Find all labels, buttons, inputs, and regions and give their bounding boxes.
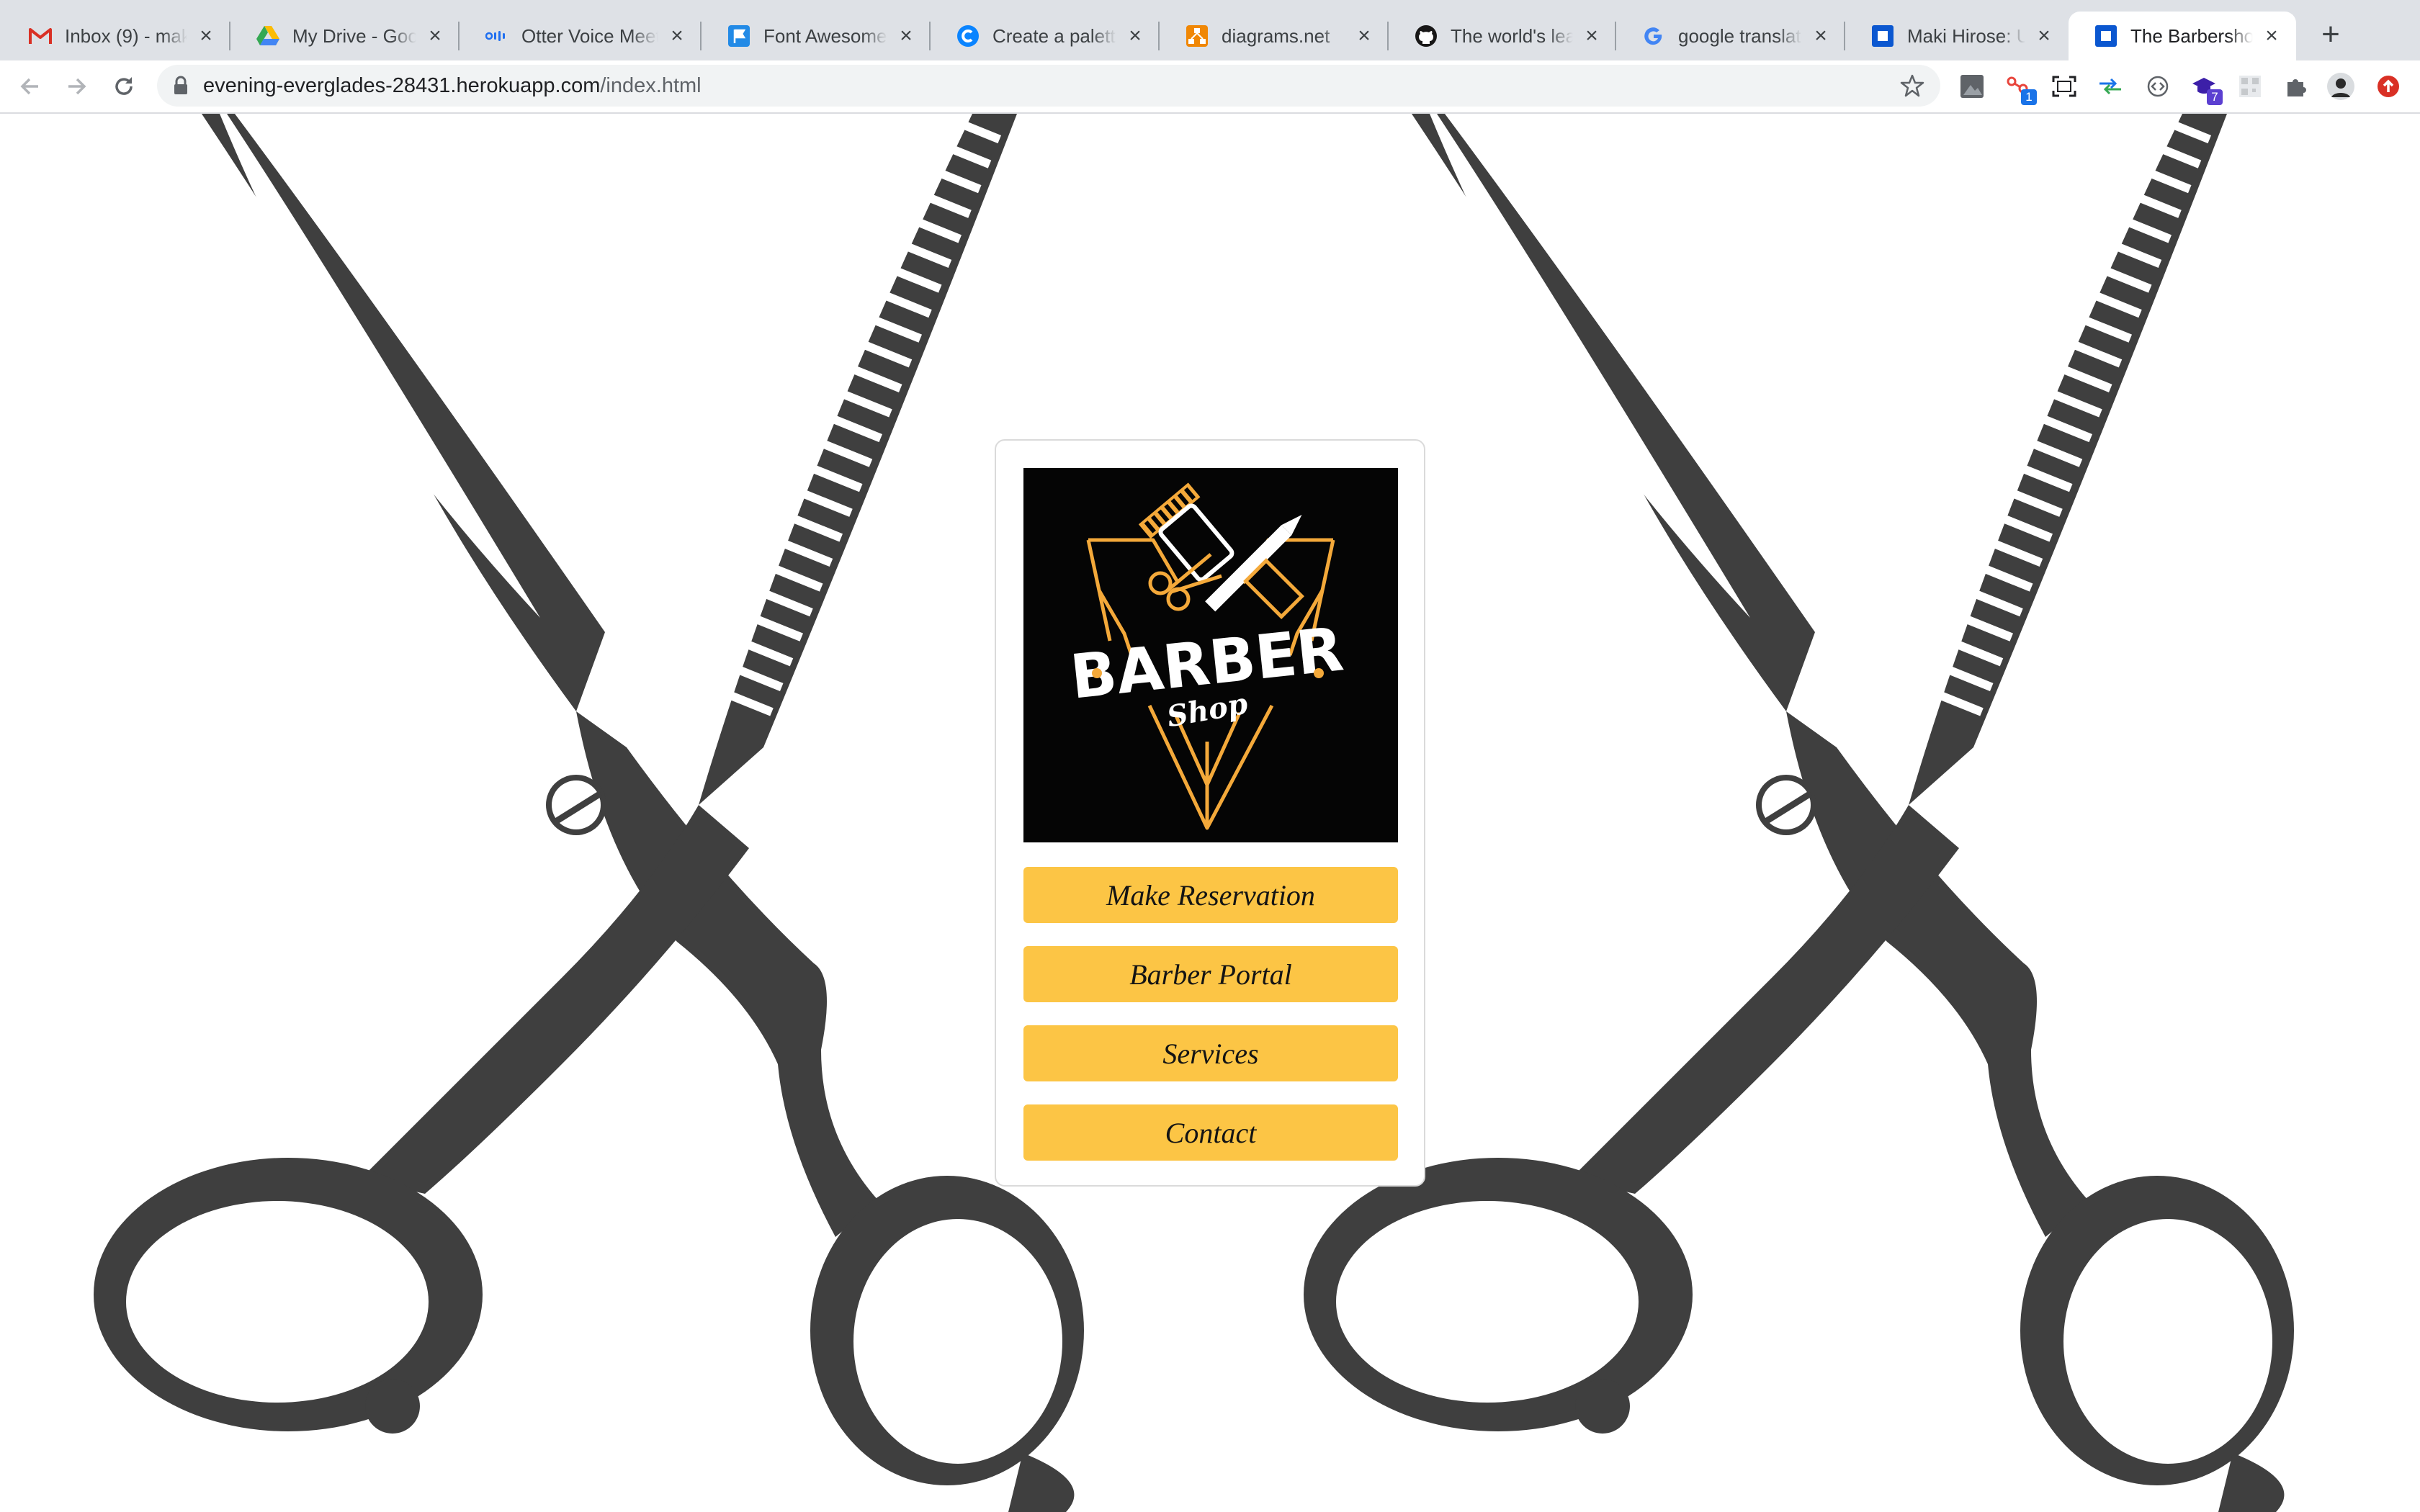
graduation-cap-icon[interactable]: 7 (2190, 72, 2223, 105)
tab-strip: Inbox (9) - making × My Drive - Google D… (0, 0, 2420, 60)
tab-title: The Barbershop (2130, 24, 2253, 47)
extension-share-icon[interactable]: 1 (2004, 72, 2037, 105)
tab-title: Font Awesome (763, 24, 887, 47)
close-tab-icon[interactable]: × (896, 24, 916, 48)
lock-icon (174, 76, 187, 94)
close-tab-icon[interactable]: × (2034, 24, 2054, 48)
make-reservation-button[interactable]: Make Reservation (1023, 867, 1398, 923)
tab-google-drive[interactable]: My Drive - Google Drive × (230, 12, 460, 60)
tab-github[interactable]: The world's leading × (1389, 12, 1616, 60)
contact-button[interactable]: Contact (1023, 1104, 1398, 1161)
close-tab-icon[interactable]: × (1811, 24, 1831, 48)
extensions-puzzle-icon[interactable] (2282, 72, 2311, 101)
scissors-illustration-right (1304, 114, 2294, 1512)
profile-avatar[interactable] (2326, 72, 2355, 101)
tab-title: Otter Voice Meeting Notes (521, 24, 658, 47)
page-viewport: BARBER Shop Make Reservation Barber Port… (0, 114, 2420, 1512)
new-tab-button[interactable]: + (2313, 17, 2348, 52)
back-arrow-icon (20, 78, 38, 95)
update-alert-icon[interactable] (2374, 72, 2403, 101)
menu-card: BARBER Shop Make Reservation Barber Port… (995, 439, 1425, 1187)
close-tab-icon[interactable]: × (196, 24, 216, 48)
forward-button[interactable] (60, 71, 92, 102)
coolors-icon (956, 24, 980, 48)
gmail-icon (29, 24, 52, 48)
extension-badge: 7 (2207, 89, 2223, 105)
close-tab-icon[interactable]: × (1125, 24, 1145, 48)
tab-title: The world's leading (1451, 24, 1573, 47)
tab-title: google translate (1678, 24, 1802, 47)
browser-chrome: Inbox (9) - making × My Drive - Google D… (0, 0, 2420, 114)
tab-font-awesome[interactable]: Font Awesome × (702, 12, 931, 60)
reload-icon (115, 77, 133, 95)
tab-otter[interactable]: Otter Voice Meeting Notes × (460, 12, 702, 60)
site-icon (2094, 24, 2118, 48)
services-button[interactable]: Services (1023, 1025, 1398, 1081)
browser-toolbar: evening-everglades-28431.herokuapp.com/i… (0, 60, 2420, 114)
tab-title: Create a palette (992, 24, 1116, 47)
site-icon (1871, 24, 1894, 48)
extension-grid-icon[interactable] (1958, 72, 1986, 101)
google-drive-icon (256, 24, 279, 48)
barber-shop-logo: BARBER Shop (1023, 468, 1398, 842)
extension-badge: 1 (2021, 89, 2037, 105)
tab-google-translate[interactable]: google translate × (1616, 12, 1845, 60)
barber-shop-logo-art: BARBER Shop (1067, 482, 1347, 830)
tab-the-barbershop[interactable]: The Barbershop × (2069, 12, 2296, 60)
url-domain: evening-everglades-28431.herokuapp.com (203, 74, 601, 97)
url-path: /index.html (600, 74, 702, 97)
reload-button[interactable] (108, 71, 140, 102)
forward-arrow-icon (68, 78, 86, 95)
address-bar[interactable]: evening-everglades-28431.herokuapp.com/i… (157, 65, 1940, 107)
tab-coolors[interactable]: Create a palette × (931, 12, 1160, 60)
font-awesome-icon (727, 24, 750, 48)
close-tab-icon[interactable]: × (1354, 24, 1374, 48)
close-tab-icon[interactable]: × (425, 24, 445, 48)
tab-diagrams[interactable]: diagrams.net × (1160, 12, 1389, 60)
github-icon (1415, 24, 1438, 48)
tab-maki-hirose[interactable]: Maki Hirose: UX/UI × (1845, 12, 2069, 60)
url-text: evening-everglades-28431.herokuapp.com/i… (203, 74, 702, 98)
tab-title: diagrams.net (1222, 24, 1330, 47)
qr-code-icon[interactable] (2236, 72, 2264, 101)
bookmark-star-icon[interactable] (1900, 73, 1924, 98)
tab-title: My Drive - Google Drive (292, 24, 416, 47)
diagrams-icon (1186, 24, 1209, 48)
close-tab-icon[interactable]: × (2262, 24, 2282, 48)
otter-icon (485, 24, 508, 48)
tab-title: Inbox (9) - making (65, 24, 187, 47)
back-button[interactable] (14, 71, 46, 102)
close-tab-icon[interactable]: × (667, 24, 687, 48)
close-tab-icon[interactable]: × (1582, 24, 1602, 48)
tab-gmail[interactable]: Inbox (9) - making × (3, 12, 230, 60)
arrows-exchange-icon[interactable] (2096, 72, 2125, 101)
barber-portal-button[interactable]: Barber Portal (1023, 946, 1398, 1002)
google-icon (1642, 24, 1665, 48)
screenshot-icon[interactable] (2050, 72, 2079, 101)
tab-title: Maki Hirose: UX/UI (1907, 24, 2025, 47)
code-circle-icon[interactable] (2143, 72, 2172, 101)
